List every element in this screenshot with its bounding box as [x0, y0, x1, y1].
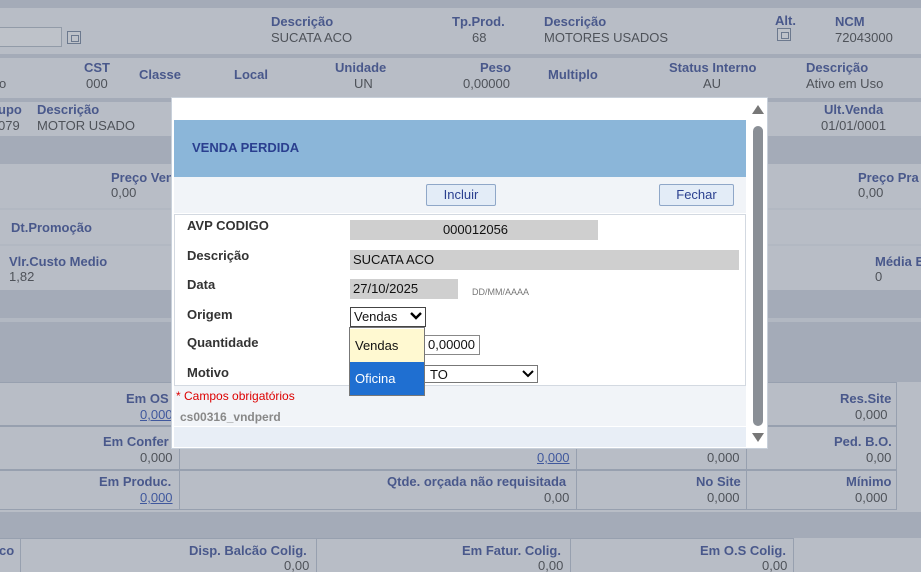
scroll-down-icon[interactable]: [751, 432, 765, 444]
modal-header: VENDA PERDIDA: [174, 120, 746, 177]
chevron-down-icon: [410, 312, 422, 320]
avp-codigo-field: 000012056: [350, 220, 598, 240]
motivo-select-value: TO: [430, 367, 448, 382]
required-note: * Campos obrigatórios: [176, 389, 295, 403]
form-footer: * Campos obrigatórios cs00316_vndperd: [174, 386, 746, 426]
descricao-field: SUCATA ACO: [350, 250, 739, 270]
quantidade-label: Quantidade: [187, 335, 259, 350]
avp-codigo-label: AVP CODIGO: [187, 218, 269, 233]
scrollbar-thumb[interactable]: [753, 126, 763, 426]
quantidade-input[interactable]: 0,00000: [424, 335, 480, 355]
modal-title: VENDA PERDIDA: [192, 140, 300, 155]
motivo-label: Motivo: [187, 365, 229, 380]
scroll-up-icon[interactable]: [751, 103, 765, 115]
fechar-button[interactable]: Fechar: [659, 184, 734, 206]
origem-select[interactable]: Vendas: [350, 307, 426, 327]
origem-dropdown: Vendas Oficina: [349, 327, 425, 396]
descricao-label: Descrição: [187, 248, 250, 263]
origem-select-value: Vendas: [354, 309, 398, 324]
origem-label: Origem: [187, 307, 233, 322]
dropdown-option-vendas[interactable]: Vendas: [350, 329, 424, 362]
data-label: Data: [187, 277, 216, 292]
incluir-button[interactable]: Incluir: [426, 184, 496, 206]
modal-toolbar: Incluir Fechar: [174, 177, 746, 213]
venda-perdida-modal: VENDA PERDIDA Incluir Fechar AVP CODIGO …: [171, 97, 768, 449]
form-code: cs00316_vndperd: [180, 410, 281, 424]
bottom-strip: [174, 427, 746, 447]
data-format-hint: DD/MM/AAAA: [472, 287, 530, 297]
dropdown-option-oficina[interactable]: Oficina: [350, 362, 424, 395]
chevron-down-icon: [522, 370, 534, 378]
form-area: AVP CODIGO 000012056 Descrição SUCATA AC…: [174, 214, 746, 386]
data-field[interactable]: 27/10/2025: [350, 279, 458, 299]
